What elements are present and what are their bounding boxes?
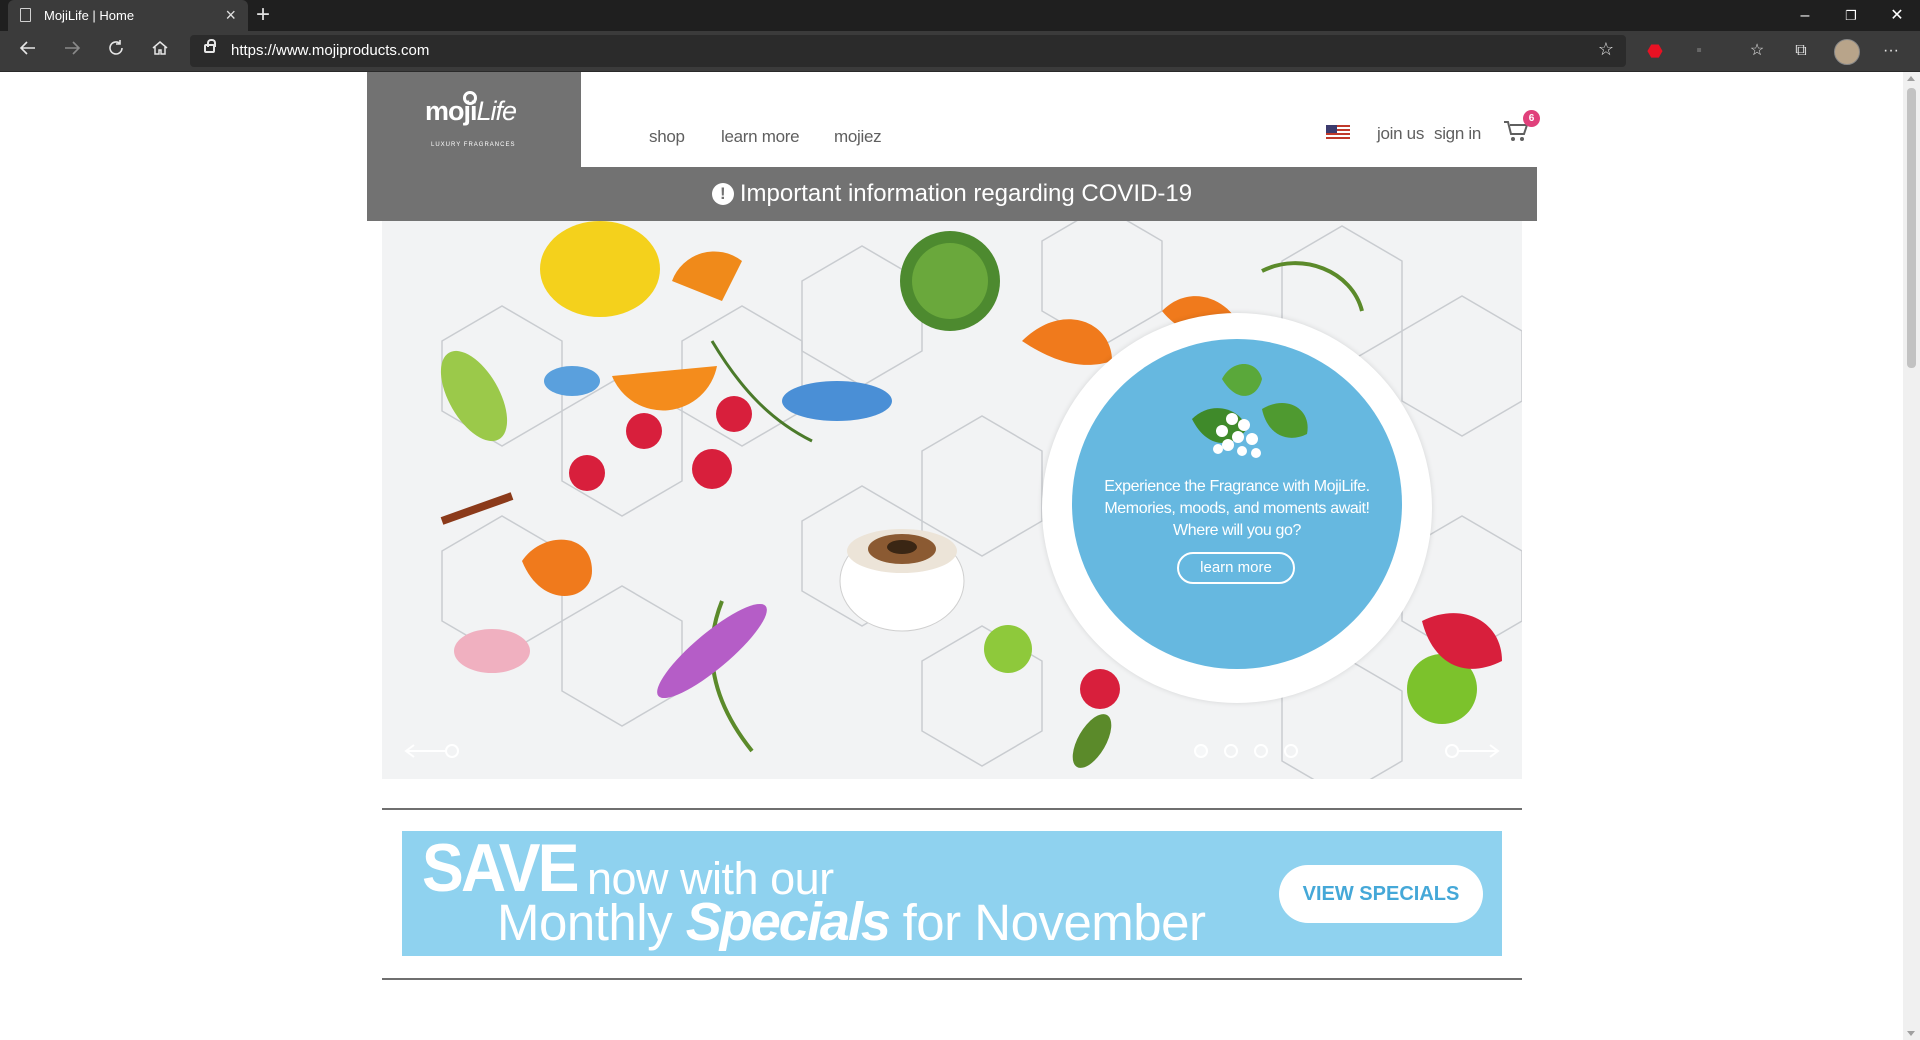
forward-icon[interactable] [56,37,88,65]
nav-learn-more[interactable]: learn more [721,127,800,147]
divider [382,978,1522,980]
page-scrollbar[interactable] [1903,72,1920,1040]
nav-shop[interactable]: shop [649,127,685,147]
carousel-dot[interactable] [1284,744,1298,758]
logo-wordmark: mojiLife [425,96,517,126]
covid-info-text[interactable]: Important information regarding COVID-19 [740,180,1192,207]
covid-info-bar[interactable]: ! Important information regarding COVID-1… [367,167,1537,221]
browser-toolbar: https://www.mojiproducts.com ☆ ⬣ ▪ ☆ ⧉ ·… [0,31,1920,72]
more-icon[interactable]: ··· [1876,37,1906,65]
scroll-down-icon[interactable] [1907,1031,1915,1036]
us-flag-icon[interactable] [1326,125,1350,140]
collections-icon[interactable]: ⧉ [1786,37,1816,65]
hero-learn-more-button[interactable]: learn more [1177,552,1295,584]
carousel-prev-arrow-icon[interactable] [404,741,460,761]
star-icon[interactable]: ☆ [1598,39,1614,60]
specials-banner[interactable]: SAVE now with our Monthly Specials for N… [402,831,1502,956]
site-logo[interactable]: mojiLife LUXURY FRAGRANCES [367,72,581,167]
page-icon [20,8,31,22]
carousel-dot[interactable] [1254,744,1268,758]
close-window-button[interactable]: ✕ [1874,0,1920,31]
minimize-button[interactable]: – [1782,0,1828,31]
carousel-dot[interactable] [1194,744,1208,758]
cart-count-badge: 6 [1523,110,1540,127]
back-icon[interactable] [12,37,44,65]
nav-mojiez[interactable]: mojiez [834,127,882,147]
promo-line-2: Monthly Specials for November [497,892,1206,952]
avatar[interactable] [1834,39,1860,65]
carousel-next-arrow-icon[interactable] [1444,741,1500,761]
logo-tagline: LUXURY FRAGRANCES [431,142,516,148]
restore-button[interactable]: ❐ [1828,0,1874,31]
web-page: mojiLife LUXURY FRAGRANCES shop learn mo… [0,72,1920,1040]
browser-tab[interactable]: MojiLife | Home × [8,0,248,31]
stop-icon[interactable]: ⬣ [1640,37,1670,65]
tab-title: MojiLife | Home [44,8,135,23]
alert-icon: ! [711,182,734,205]
hero-text: Experience the Fragrance with MojiLife. … [1104,478,1370,539]
scrollbar-thumb[interactable] [1907,88,1916,368]
view-specials-button[interactable]: VIEW SPECIALS [1279,865,1483,923]
browser-titlebar: MojiLife | Home × + – ❐ ✕ [0,0,1920,31]
extension-icon[interactable]: ▪ [1684,37,1714,65]
sign-in-link[interactable]: sign in [1434,124,1481,144]
home-icon[interactable] [144,37,176,65]
join-us-link[interactable]: join us [1377,124,1424,144]
lock-icon [204,39,216,53]
refresh-icon[interactable] [100,37,132,65]
new-tab-button[interactable]: + [256,2,270,28]
scroll-up-icon[interactable] [1907,76,1915,81]
favorites-icon[interactable]: ☆ [1742,37,1772,65]
carousel-dot[interactable] [1224,744,1238,758]
tab-close-button[interactable]: × [225,5,236,25]
hero-carousel: Experience the Fragrance with MojiLife. … [382,221,1522,779]
address-bar[interactable]: https://www.mojiproducts.com ☆ [190,35,1626,67]
url-text[interactable]: https://www.mojiproducts.com [231,42,429,59]
divider [382,808,1522,810]
